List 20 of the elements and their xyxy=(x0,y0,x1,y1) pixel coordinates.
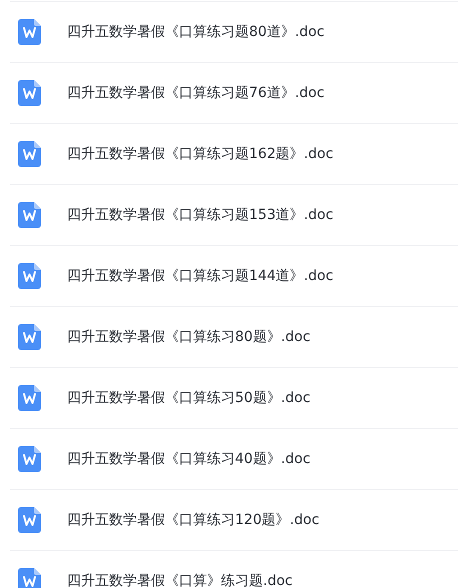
file-name[interactable]: 四升五数学暑假《口算练习80题》.doc xyxy=(67,326,310,348)
word-document-icon xyxy=(18,568,41,588)
file-name[interactable]: 四升五数学暑假《口算练习题162题》.doc xyxy=(67,144,334,164)
file-name[interactable]: 四升五数学暑假《口算练习40题》.doc xyxy=(67,448,310,470)
file-name[interactable]: 四升五数学暑假《口算练习题153道》.doc xyxy=(67,204,334,226)
file-name[interactable]: 四升五数学暑假《口算》练习题.doc xyxy=(67,570,293,588)
word-document-icon xyxy=(18,141,41,167)
file-name[interactable]: 四升五数学暑假《口算练习题80道》.doc xyxy=(67,22,324,42)
file-name[interactable]: 四升五数学暑假《口算练习50题》.doc xyxy=(67,388,310,408)
word-document-icon xyxy=(18,80,41,106)
file-name[interactable]: 四升五数学暑假《口算练习题76道》.doc xyxy=(67,82,324,104)
word-document-icon xyxy=(18,202,41,228)
word-document-icon xyxy=(18,507,41,533)
word-document-icon xyxy=(18,385,41,411)
word-document-icon xyxy=(18,446,41,472)
word-document-icon xyxy=(18,324,41,350)
file-name[interactable]: 四升五数学暑假《口算练习120题》.doc xyxy=(67,510,320,530)
word-document-icon xyxy=(18,19,41,45)
file-name[interactable]: 四升五数学暑假《口算练习题144道》.doc xyxy=(67,266,334,286)
word-document-icon xyxy=(18,263,41,289)
